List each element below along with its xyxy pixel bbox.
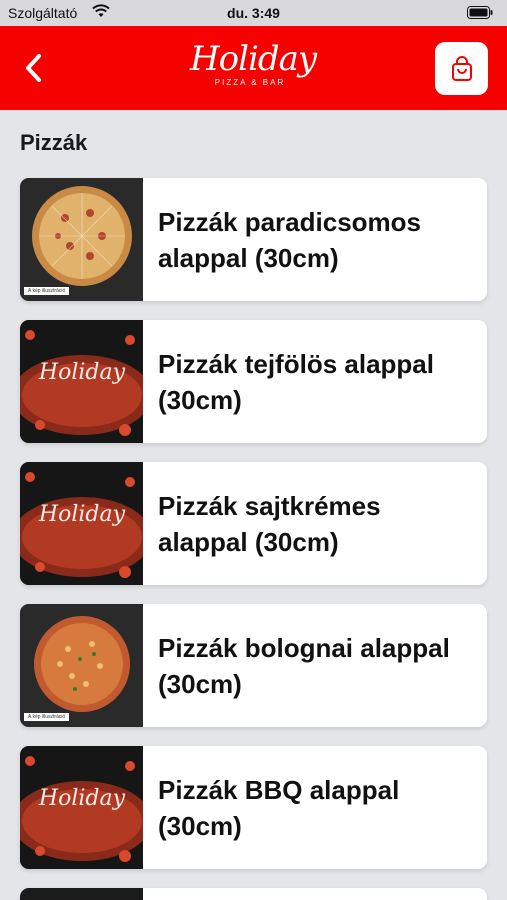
list-item-partial[interactable] xyxy=(20,888,487,900)
item-title: Pizzák tejfölös alappal (30cm) xyxy=(158,348,434,415)
holiday-logo-pizza: Holiday xyxy=(20,462,143,585)
pizza-photo xyxy=(20,888,143,900)
back-button[interactable] xyxy=(14,48,54,88)
section-title: Pizzák xyxy=(20,130,88,155)
thumb-caption: A kép illusztráció xyxy=(24,287,70,295)
item-title: Pizzák paradicsomos alappal (30cm) xyxy=(158,206,421,273)
status-time: du. 3:49 xyxy=(227,5,280,21)
item-title: Pizzák BBQ alappal (30cm) xyxy=(158,774,400,841)
holiday-logo: Holiday PIZZA & BAR xyxy=(190,36,317,102)
holiday-logo-pizza: Holiday xyxy=(20,320,143,443)
pizza-photo: A kép illusztráció xyxy=(20,604,143,727)
thumb-logo-text: Holiday xyxy=(38,502,126,527)
thumb-logo-text: Holiday xyxy=(38,786,126,811)
chevron-left-icon xyxy=(26,54,41,82)
shopping-bag-icon xyxy=(451,55,472,81)
status-bar: Szolgáltató du. 3:49 xyxy=(0,0,507,26)
list-item[interactable]: A kép illusztráció Pizzák paradicsomos a… xyxy=(20,178,487,301)
list-item[interactable]: A kép illusztráció Pizzák bolognai alapp… xyxy=(20,604,487,727)
item-title: Pizzák sajtkrémes alappal (30cm) xyxy=(158,490,381,557)
holiday-logo-pizza: Holiday xyxy=(20,746,143,869)
thumb-caption: A kép illusztráció xyxy=(24,713,70,721)
app-header: Holiday PIZZA & BAR xyxy=(0,26,507,110)
battery-icon xyxy=(467,6,493,22)
logo-script: Holiday xyxy=(190,39,317,79)
thumb-logo-text: Holiday xyxy=(38,360,126,385)
list-item[interactable]: Holiday Pizzák sajtkrémes alappal (30cm) xyxy=(20,462,487,585)
pizza-photo: A kép illusztráció xyxy=(20,178,143,301)
item-title: Pizzák bolognai alappal (30cm) xyxy=(158,632,450,699)
list-item[interactable]: Holiday Pizzák BBQ alappal (30cm) xyxy=(20,746,487,869)
cart-button[interactable] xyxy=(435,42,488,95)
list-item[interactable]: Holiday Pizzák tejfölös alappal (30cm) xyxy=(20,320,487,443)
